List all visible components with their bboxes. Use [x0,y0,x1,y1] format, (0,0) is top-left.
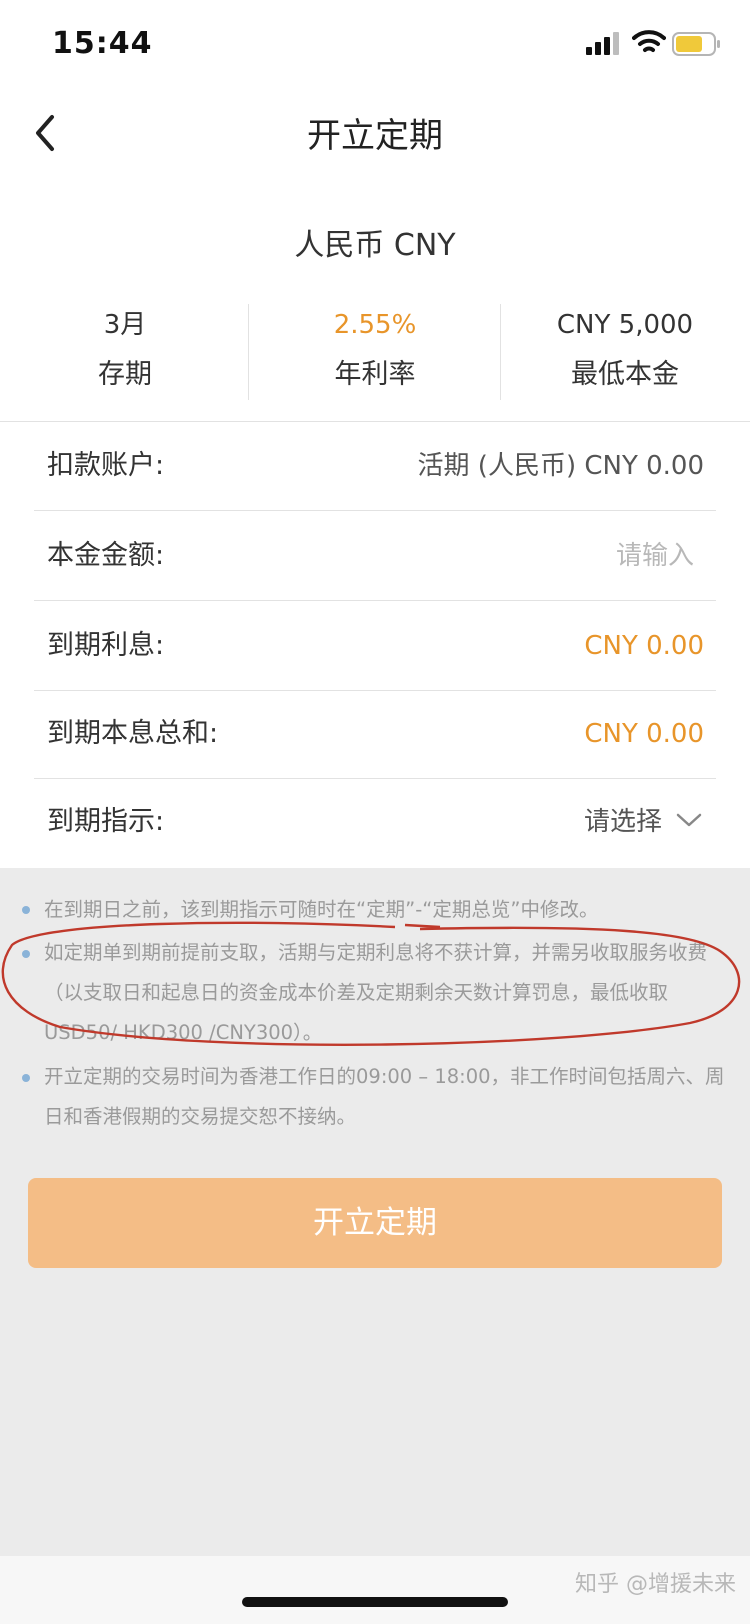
principal-input[interactable]: 请输入 [616,512,694,600]
wifi-icon [632,30,666,52]
status-bar: 15:44 [0,0,750,90]
maturity-total-value: CNY 0.00 [584,719,704,749]
bullet-dot [22,906,30,914]
maturity-interest-label: 到期利息: [47,630,165,661]
debit-account-value: 活期 (人民币) CNY 0.00 [417,451,704,481]
note-item: 开立定期的交易时间为香港工作日的09:00 – 18:00，非工作时间包括周六、… [44,1065,725,1128]
term-label: 存期 [98,359,152,390]
maturity-total-label: 到期本息总和: [47,718,219,749]
home-indicator[interactable] [242,1597,508,1607]
principal-row[interactable]: 本金金额: 请输入 [34,512,716,601]
maturity-instruction-row[interactable]: 到期指示: 请选择 [34,778,716,867]
maturity-instruction-label: 到期指示: [47,806,165,837]
stat-divider [248,304,249,400]
min-principal-stat: CNY 5,000 最低本金 [500,300,750,404]
maturity-interest-value: CNY 0.00 [584,631,704,661]
debit-account-label: 扣款账户: [47,450,165,481]
deposit-summary: 3月 存期 2.55% 年利率 CNY 5,000 最低本金 [0,300,750,404]
status-time: 15:44 [52,26,153,61]
term-value: 3月 [103,310,147,340]
battery-icon [672,32,720,56]
rate-label: 年利率 [334,359,416,390]
signal-icon [586,32,619,55]
rate-stat: 2.55% 年利率 [250,300,500,404]
min-principal-value: CNY 5,000 [556,310,694,340]
bullet-dot [22,1074,30,1082]
min-principal-label: 最低本金 [571,359,679,390]
principal-label: 本金金额: [47,540,165,571]
rate-value: 2.55% [333,310,417,340]
maturity-interest-row: 到期利息: CNY 0.00 [34,602,716,691]
open-deposit-button[interactable]: 开立定期 [28,1178,722,1268]
page-title: 开立定期 [307,116,443,156]
watermark: 知乎 @增援未来 [575,1572,736,1597]
red-annotation-circle [1,921,741,1046]
debit-account-row[interactable]: 扣款账户: 活期 (人民币) CNY 0.00 [34,422,716,511]
maturity-instruction-select[interactable]: 请选择 [584,778,662,866]
term-stat: 3月 存期 [0,300,250,404]
chevron-down-icon[interactable] [674,810,704,830]
currency-label: 人民币 CNY [294,228,456,263]
maturity-total-row: 到期本息总和: CNY 0.00 [34,690,716,779]
